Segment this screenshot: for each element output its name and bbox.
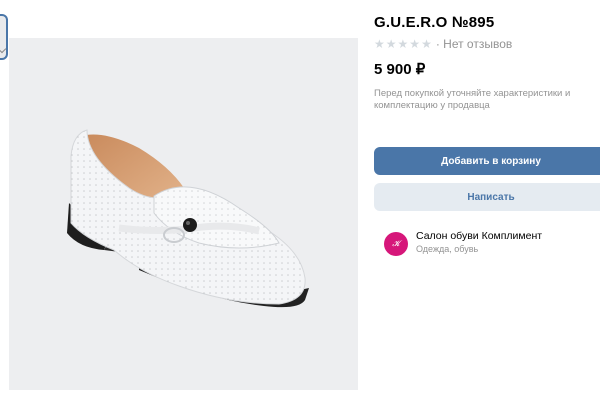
seller-category: Одежда, обувь	[416, 244, 479, 254]
product-price: 5 900 ₽	[374, 61, 426, 78]
star-icon: ★	[409, 37, 421, 51]
star-icon: ★	[397, 37, 409, 51]
star-icon: ★	[374, 37, 385, 51]
avatar[interactable]: 𝓚	[384, 232, 408, 256]
photo-thumbnail-selected[interactable]	[0, 14, 8, 60]
star-icon: ★	[385, 37, 397, 51]
star-icon: ★	[421, 37, 432, 51]
add-to-cart-button[interactable]: Добавить в корзину	[374, 147, 600, 175]
rating-stars: ★ ★ ★ ★ ★	[374, 38, 432, 50]
chevron-down-icon	[0, 44, 7, 54]
seller-name[interactable]: Салон обуви Комплимент	[416, 230, 542, 243]
reviews-count[interactable]: · Нет отзывов	[436, 37, 512, 51]
product-title: G.U.E.R.O №895	[374, 14, 495, 31]
message-seller-button[interactable]: Написать	[374, 183, 600, 211]
seller-note: Перед покупкой уточняйте характеристики …	[374, 88, 571, 111]
seller-card[interactable]: 𝓚 Салон обуви Комплимент Одежда, обувь	[384, 230, 542, 256]
seller-logo: 𝓚	[392, 239, 400, 248]
product-photo[interactable]	[9, 38, 358, 390]
shoe-image	[67, 129, 309, 308]
rating-row[interactable]: ★ ★ ★ ★ ★ · Нет отзывов	[374, 37, 512, 51]
